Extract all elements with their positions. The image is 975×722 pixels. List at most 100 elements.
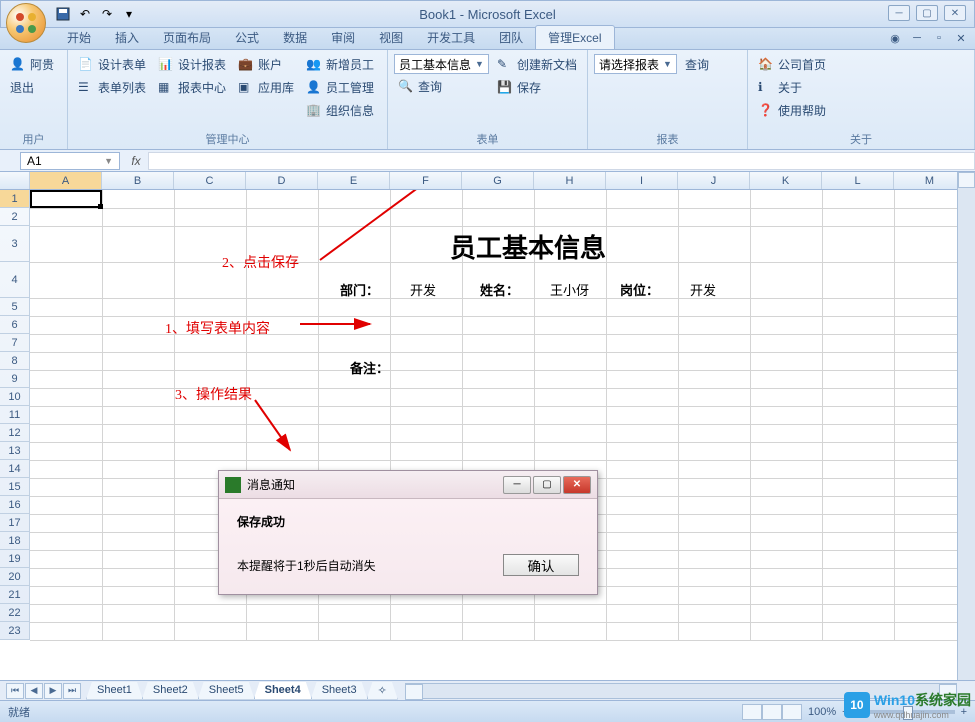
col-header[interactable]: H bbox=[534, 172, 606, 189]
view-normal-button[interactable] bbox=[742, 704, 762, 720]
form-list-button[interactable]: ☰表单列表 bbox=[74, 77, 150, 98]
tab-home[interactable]: 开始 bbox=[55, 26, 103, 49]
account-button[interactable]: 💼账户 bbox=[234, 54, 298, 75]
row-header[interactable]: 14 bbox=[0, 460, 30, 478]
tab-insert[interactable]: 插入 bbox=[103, 26, 151, 49]
col-header[interactable]: E bbox=[318, 172, 390, 189]
doc-restore-icon[interactable]: ▫ bbox=[931, 30, 947, 46]
dialog-close-button[interactable]: ✕ bbox=[563, 476, 591, 494]
about-button[interactable]: ℹ关于 bbox=[754, 77, 830, 98]
row-header[interactable]: 2 bbox=[0, 208, 30, 226]
help-button[interactable]: ❓使用帮助 bbox=[754, 100, 830, 121]
help-icon[interactable]: ◉ bbox=[887, 30, 903, 46]
tab-team[interactable]: 团队 bbox=[487, 26, 535, 49]
row-header[interactable]: 17 bbox=[0, 514, 30, 532]
report-center-button[interactable]: ▦报表中心 bbox=[154, 77, 230, 98]
app-store-button[interactable]: ▣应用库 bbox=[234, 77, 298, 98]
col-header[interactable]: C bbox=[174, 172, 246, 189]
tab-dev[interactable]: 开发工具 bbox=[415, 26, 487, 49]
tab-data[interactable]: 数据 bbox=[271, 26, 319, 49]
sheet-nav-prev[interactable]: ◀ bbox=[25, 683, 43, 699]
col-header[interactable]: G bbox=[462, 172, 534, 189]
row-header[interactable]: 12 bbox=[0, 424, 30, 442]
new-sheet-button[interactable]: ✧ bbox=[367, 682, 398, 700]
sheet-tab[interactable]: Sheet5 bbox=[198, 682, 255, 700]
user-button[interactable]: 👤阿贵 bbox=[6, 54, 58, 75]
select-all-corner[interactable] bbox=[0, 172, 30, 189]
row-header[interactable]: 18 bbox=[0, 532, 30, 550]
qat-dropdown-icon[interactable]: ▾ bbox=[119, 4, 139, 24]
col-header[interactable]: D bbox=[246, 172, 318, 189]
col-header[interactable]: K bbox=[750, 172, 822, 189]
form-combo[interactable]: 员工基本信息▼ bbox=[394, 54, 489, 74]
row-header[interactable]: 8 bbox=[0, 352, 30, 370]
dialog-minimize-button[interactable]: ─ bbox=[503, 476, 531, 494]
row-header[interactable]: 11 bbox=[0, 406, 30, 424]
design-form-button[interactable]: 📄设计表单 bbox=[74, 54, 150, 75]
col-header[interactable]: L bbox=[822, 172, 894, 189]
tab-formula[interactable]: 公式 bbox=[223, 26, 271, 49]
report-combo[interactable]: 请选择报表▼ bbox=[594, 54, 677, 74]
sheet-nav-last[interactable]: ⏭ bbox=[63, 683, 81, 699]
dialog-ok-button[interactable]: 确认 bbox=[503, 554, 579, 576]
doc-close-icon[interactable]: ✕ bbox=[953, 30, 969, 46]
row-header[interactable]: 21 bbox=[0, 586, 30, 604]
view-break-button[interactable] bbox=[782, 704, 802, 720]
sheet-tab[interactable]: Sheet2 bbox=[142, 682, 199, 700]
org-info-button[interactable]: 🏢组织信息 bbox=[302, 100, 378, 121]
homepage-button[interactable]: 🏠公司首页 bbox=[754, 54, 830, 75]
redo-icon[interactable]: ↷ bbox=[97, 4, 117, 24]
employee-mgmt-button[interactable]: 👤员工管理 bbox=[302, 77, 378, 98]
col-header[interactable]: A bbox=[30, 172, 102, 189]
tab-manage-excel[interactable]: 管理Excel bbox=[535, 25, 614, 49]
minimize-button[interactable]: ─ bbox=[888, 5, 910, 21]
row-header[interactable]: 5 bbox=[0, 298, 30, 316]
new-employee-button[interactable]: 👥新增员工 bbox=[302, 54, 378, 75]
col-header[interactable]: I bbox=[606, 172, 678, 189]
restore-button[interactable]: ▢ bbox=[916, 5, 938, 21]
row-header[interactable]: 7 bbox=[0, 334, 30, 352]
tab-review[interactable]: 审阅 bbox=[319, 26, 367, 49]
col-header[interactable]: M bbox=[894, 172, 966, 189]
sheet-nav-next[interactable]: ▶ bbox=[44, 683, 62, 699]
sheet-nav-first[interactable]: ⏮ bbox=[6, 683, 24, 699]
zoom-level[interactable]: 100% bbox=[808, 706, 836, 718]
row-header[interactable]: 15 bbox=[0, 478, 30, 496]
sheet-tab[interactable]: Sheet4 bbox=[254, 682, 312, 700]
sheet-tab[interactable]: Sheet1 bbox=[86, 682, 143, 700]
row-header[interactable]: 9 bbox=[0, 370, 30, 388]
row-header[interactable]: 23 bbox=[0, 622, 30, 640]
tab-layout[interactable]: 页面布局 bbox=[151, 26, 223, 49]
row-header[interactable]: 10 bbox=[0, 388, 30, 406]
col-header[interactable]: J bbox=[678, 172, 750, 189]
row-header[interactable]: 19 bbox=[0, 550, 30, 568]
undo-icon[interactable]: ↶ bbox=[75, 4, 95, 24]
row-header[interactable]: 4 bbox=[0, 262, 30, 298]
row-header[interactable]: 22 bbox=[0, 604, 30, 622]
col-header[interactable]: F bbox=[390, 172, 462, 189]
logout-button[interactable]: 退出 bbox=[6, 77, 58, 98]
tab-view[interactable]: 视图 bbox=[367, 26, 415, 49]
fx-button[interactable]: fx bbox=[124, 154, 148, 168]
sheet-tab[interactable]: Sheet3 bbox=[311, 682, 368, 700]
row-header[interactable]: 20 bbox=[0, 568, 30, 586]
office-button[interactable] bbox=[6, 3, 46, 43]
formula-input[interactable] bbox=[148, 152, 975, 170]
form-query-button[interactable]: 🔍查询 bbox=[394, 76, 489, 97]
close-button[interactable]: ✕ bbox=[944, 5, 966, 21]
design-report-button[interactable]: 📊设计报表 bbox=[154, 54, 230, 75]
row-header[interactable]: 6 bbox=[0, 316, 30, 334]
view-layout-button[interactable] bbox=[762, 704, 782, 720]
dialog-maximize-button[interactable]: ▢ bbox=[533, 476, 561, 494]
report-query-button[interactable]: 查询 bbox=[681, 54, 713, 75]
save-icon[interactable] bbox=[53, 4, 73, 24]
row-header[interactable]: 13 bbox=[0, 442, 30, 460]
name-box[interactable]: A1▼ bbox=[20, 152, 120, 170]
vertical-scrollbar[interactable] bbox=[957, 172, 975, 680]
row-header[interactable]: 1 bbox=[0, 190, 30, 208]
new-doc-button[interactable]: ✎创建新文档 bbox=[493, 54, 581, 75]
save-form-button[interactable]: 💾保存 bbox=[493, 77, 581, 98]
col-header[interactable]: B bbox=[102, 172, 174, 189]
doc-minimize-icon[interactable]: ─ bbox=[909, 30, 925, 46]
row-header[interactable]: 16 bbox=[0, 496, 30, 514]
